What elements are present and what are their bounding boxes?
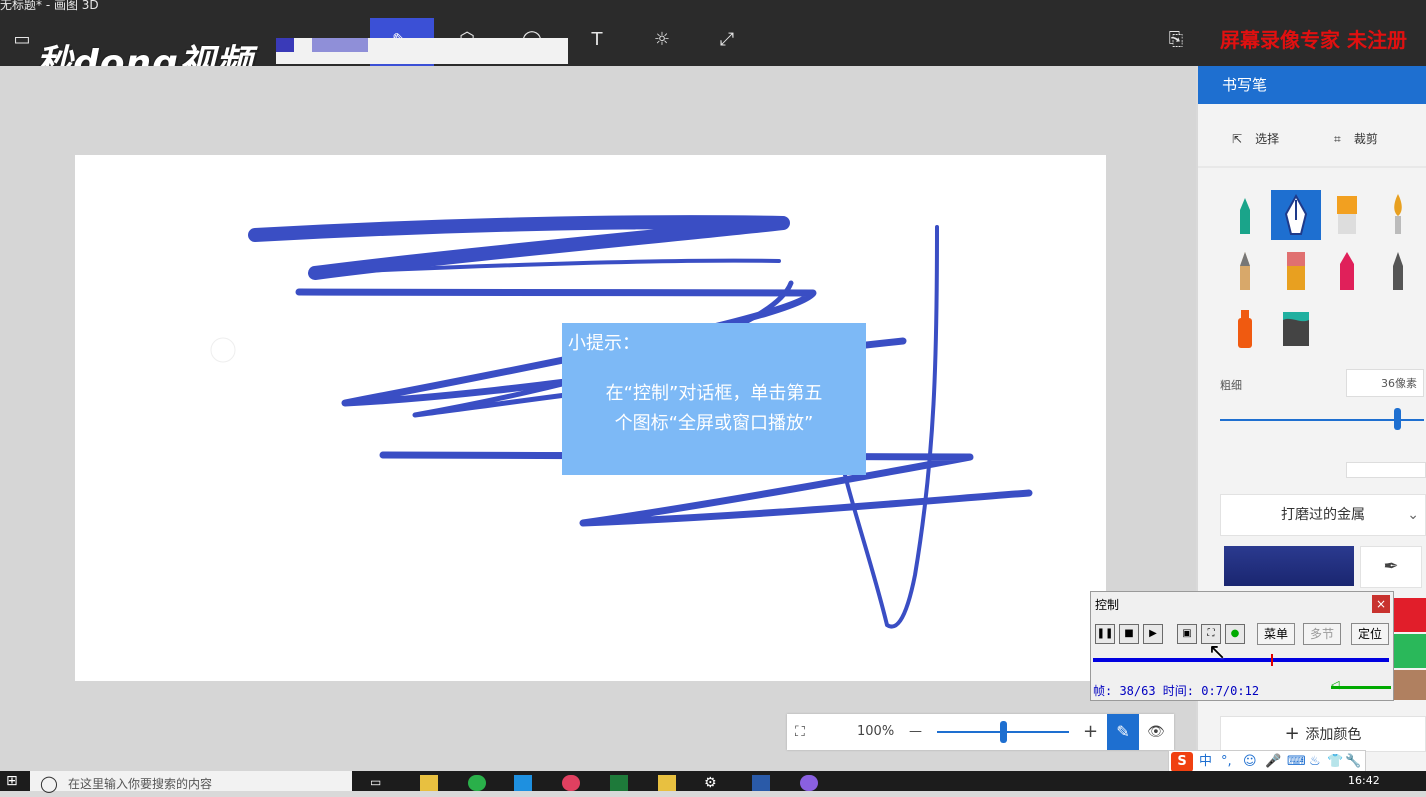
fit-view-icon[interactable]: ⛶ [795, 714, 805, 750]
settings-app-icon[interactable]: ⚙ [704, 775, 722, 791]
volume-slider[interactable] [1331, 686, 1391, 689]
folder-app-icon[interactable] [658, 775, 676, 791]
windows-start-icon[interactable]: ⊞ [6, 773, 18, 789]
zoom-bar: ⛶ 100% — + ✎ 👁 [787, 714, 1174, 750]
tip-box: 小提示： 在“控制”对话框，单击第五 个图标“全屏或窗口播放” [562, 323, 866, 475]
store-app-icon[interactable] [514, 775, 532, 791]
effects-icon[interactable]: ☼ [640, 18, 684, 62]
step-icon[interactable]: ▶ [1143, 624, 1163, 644]
control-dialog: 控制 × ❚❚ ■ ▶ ▣ ⛶ ● 菜单 多节 定位 帧: 38/63 时间: … [1090, 591, 1394, 701]
app-top-bar: 无标题* - 画图 3D ▭ ✎ ⬡ ◯ T ☼ ⤢ ⎘ 秒dong视频 屏幕录… [0, 0, 1426, 84]
snapshot-icon[interactable]: ● [1225, 624, 1245, 644]
canvas-icon[interactable]: ⤢ [705, 18, 749, 62]
material-dropdown[interactable]: 打磨过的金属 ⌄ [1220, 494, 1426, 536]
eraser-icon[interactable] [1271, 246, 1321, 296]
tip-line-1: 在“控制”对话框，单击第五 [605, 383, 823, 404]
emoji-icon[interactable]: ☺ [1243, 751, 1257, 773]
crop-button[interactable]: ⌗ 裁剪 [1334, 128, 1378, 147]
select-label: 选择 [1255, 132, 1280, 146]
zoom-in-button[interactable]: + [1083, 714, 1098, 750]
pen-mode-icon[interactable]: ✎ [1107, 714, 1139, 750]
dialog-title: 控制 [1095, 598, 1120, 612]
zoom-value: 100% [857, 724, 895, 739]
chevron-down-icon: ⌄ [1407, 507, 1419, 523]
browser-app-icon[interactable] [468, 775, 486, 791]
paste-icon[interactable]: ⎘ [1154, 18, 1198, 62]
search-icon: ◯ [40, 774, 58, 793]
thickness-slider-thumb[interactable] [1394, 408, 1402, 430]
locate-button[interactable]: 定位 [1351, 623, 1389, 645]
cursor-icon: ⇱ [1232, 132, 1243, 146]
pause-icon[interactable]: ❚❚ [1095, 624, 1115, 644]
divider [1198, 166, 1426, 168]
calligraphy-pen-icon[interactable] [1271, 190, 1321, 240]
material-value: 打磨过的金属 [1281, 507, 1365, 523]
multi-section-button[interactable]: 多节 [1303, 623, 1341, 645]
zoom-out-button[interactable]: — [909, 714, 922, 750]
taskbar: ⊞ ◯ 在这里输入你要搜索的内容 ▭ ⚙ 16:42 [0, 771, 1426, 793]
excel-app-icon[interactable] [610, 775, 628, 791]
playback-progress[interactable] [1093, 658, 1389, 662]
select-button[interactable]: ⇱ 选择 [1232, 128, 1279, 147]
thickness-slider[interactable] [1220, 419, 1424, 421]
color-brown-swatch[interactable] [1394, 670, 1426, 700]
tip-line-2: 个图标“全屏或窗口播放” [614, 413, 814, 434]
watercolor-brush-icon[interactable] [1373, 190, 1423, 240]
volume-icon: ◁ [1331, 678, 1340, 691]
search-placeholder: 在这里输入你要搜索的内容 [68, 777, 213, 791]
playback-status: 帧: 38/63 时间: 0:7/0:12 [1093, 684, 1260, 698]
add-color-label: 添加颜色 [1305, 727, 1362, 743]
sogou-logo[interactable]: S [1171, 752, 1193, 772]
keyboard-icon[interactable]: ⌨ [1287, 751, 1306, 773]
word-app-icon[interactable] [752, 775, 770, 791]
color-green-swatch[interactable] [1394, 634, 1426, 668]
zoom-slider-thumb[interactable] [1000, 721, 1007, 743]
thickness-input[interactable]: 36像素 [1346, 369, 1424, 397]
paint3d-app-icon[interactable] [800, 775, 818, 791]
clock[interactable]: 16:42 [1348, 774, 1380, 787]
crayon-icon[interactable] [1322, 246, 1372, 296]
skin-icon[interactable]: 👕 [1327, 751, 1343, 773]
ime-mode[interactable]: 中 [1199, 751, 1212, 773]
mic-icon[interactable]: 🎤 [1265, 751, 1281, 773]
close-button[interactable]: × [1372, 595, 1390, 613]
crop-icon: ⌗ [1334, 132, 1341, 146]
fit-icon[interactable]: ▣ [1177, 624, 1197, 644]
fill-bucket-icon[interactable] [1271, 302, 1321, 352]
plus-icon: + [1284, 723, 1306, 744]
media-app-icon[interactable] [562, 775, 580, 791]
color-red-swatch[interactable] [1394, 598, 1426, 632]
menu-button[interactable]: 菜单 [1257, 623, 1295, 645]
spray-can-icon[interactable] [1220, 302, 1270, 352]
thickness-label: 粗细 [1220, 379, 1242, 392]
recorder-notice: 屏幕录像专家 未注册 [1220, 28, 1407, 52]
pixel-pen-icon[interactable] [1373, 246, 1423, 296]
eyedropper-icon[interactable]: ✒ [1360, 546, 1422, 588]
pencil-icon[interactable] [1220, 246, 1270, 296]
tip-title: 小提示： [568, 333, 640, 354]
wrench-icon[interactable]: 🔧 [1345, 751, 1361, 773]
explorer-app-icon[interactable] [420, 775, 438, 791]
eye-icon[interactable]: 👁 [1147, 714, 1165, 750]
opacity-input[interactable] [1346, 462, 1426, 478]
tip-body: 在“控制”对话框，单击第五 个图标“全屏或窗口播放” [562, 379, 866, 439]
tools-icon[interactable]: ♨ [1309, 751, 1321, 773]
panel-header: 书写笔 [1198, 66, 1426, 104]
window-title: 无标题* - 画图 3D [0, 0, 99, 12]
stop-icon[interactable]: ■ [1119, 624, 1139, 644]
task-view-icon[interactable]: ▭ [370, 775, 388, 791]
playback-position-marker[interactable] [1270, 654, 1273, 666]
punctuation-icon[interactable]: °, [1221, 751, 1232, 773]
taskbar-search[interactable]: ◯ 在这里输入你要搜索的内容 [30, 771, 352, 793]
marker-brush-icon[interactable] [1220, 190, 1270, 240]
current-color-swatch[interactable] [1224, 546, 1354, 586]
mouse-cursor-icon: ↖ [1208, 640, 1227, 665]
add-color-button[interactable]: + 添加颜色 [1220, 716, 1426, 752]
blurred-area [276, 38, 568, 64]
crop-label: 裁剪 [1353, 132, 1378, 146]
oil-brush-icon[interactable] [1322, 190, 1372, 240]
text-icon[interactable]: T [575, 18, 619, 62]
